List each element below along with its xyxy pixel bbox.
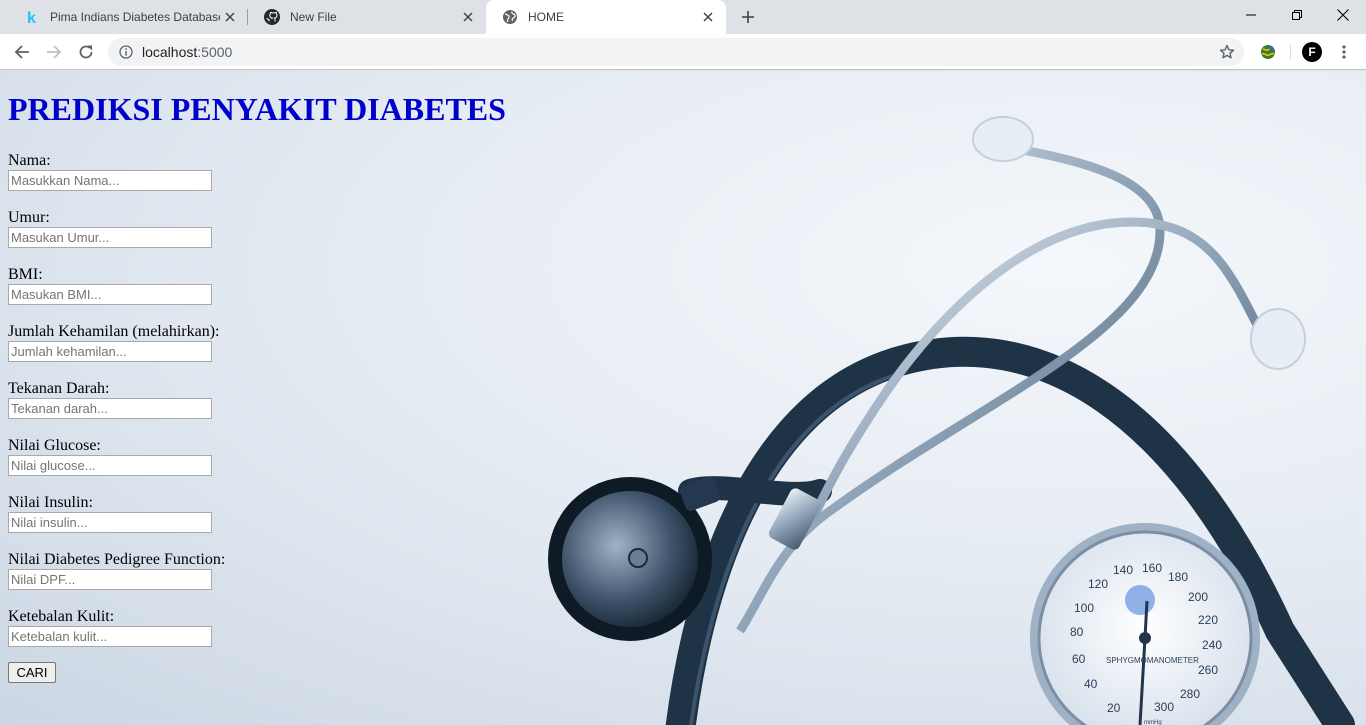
globe-icon	[502, 9, 518, 25]
gauge-tick: 40	[1084, 677, 1098, 691]
field-label: Ketebalan Kulit:	[8, 608, 115, 625]
gauge-tick: 180	[1168, 570, 1188, 584]
kaggle-k-icon: k	[24, 9, 40, 25]
gauge-tick: 220	[1198, 613, 1218, 627]
gauge-tick: 20	[1107, 701, 1121, 715]
restore-icon	[1292, 10, 1302, 20]
field-ketebalan-kulit: Ketebalan Kulit:	[8, 608, 308, 647]
insulin-input[interactable]	[8, 512, 212, 533]
cari-button[interactable]: CARI	[8, 662, 56, 683]
browser-toolbar: localhost:5000 F	[0, 34, 1366, 70]
gauge-tick: 240	[1202, 638, 1222, 652]
field-label: BMI:	[8, 266, 43, 283]
field-glucose: Nilai Glucose:	[8, 437, 308, 476]
reload-icon	[79, 45, 93, 59]
arrow-right-icon	[47, 45, 62, 59]
close-icon[interactable]	[458, 7, 478, 27]
gauge-tick: 60	[1072, 652, 1086, 666]
field-label: Nama:	[8, 152, 51, 169]
back-button[interactable]	[8, 38, 36, 66]
umur-input[interactable]	[8, 227, 212, 248]
gauge-tick: 140	[1113, 563, 1133, 577]
tab-title: Pima Indians Diabetes Database |	[50, 10, 220, 24]
gauge-tick: 200	[1188, 590, 1208, 604]
field-insulin: Nilai Insulin:	[8, 494, 308, 533]
kebab-menu-icon	[1342, 45, 1346, 59]
forward-button[interactable]	[40, 38, 68, 66]
gauge-brand-label: SPHYGMOMANOMETER	[1106, 656, 1199, 665]
extension-globe-icon	[1261, 45, 1275, 59]
gauge-tick: 160	[1142, 561, 1162, 575]
gauge-tick: 100	[1074, 601, 1094, 615]
tab-kaggle[interactable]: k Pima Indians Diabetes Database |	[8, 0, 248, 34]
kehamilan-input[interactable]	[8, 341, 212, 362]
github-icon	[264, 9, 280, 25]
field-label: Nilai Diabetes Pedigree Function:	[8, 551, 226, 568]
info-icon[interactable]	[118, 44, 134, 60]
plus-icon	[742, 11, 754, 23]
bmi-input[interactable]	[8, 284, 212, 305]
profile-avatar[interactable]: F	[1302, 42, 1322, 62]
restore-button[interactable]	[1274, 0, 1320, 30]
svg-text:k: k	[27, 10, 36, 25]
gauge-unit-label: mmHg	[1144, 720, 1162, 725]
new-tab-button[interactable]	[736, 5, 760, 29]
address-bar[interactable]: localhost:5000	[108, 38, 1244, 66]
bookmark-star-icon[interactable]	[1218, 43, 1236, 61]
window-close-button[interactable]	[1320, 0, 1366, 30]
field-kehamilan: Jumlah Kehamilan (melahirkan):	[8, 323, 308, 362]
tab-strip: k Pima Indians Diabetes Database | New F…	[0, 0, 1366, 34]
toolbar-divider	[1290, 44, 1291, 60]
nama-input[interactable]	[8, 170, 212, 191]
field-label: Nilai Glucose:	[8, 437, 101, 454]
tab-title: New File	[290, 10, 337, 24]
gauge-tick: 120	[1088, 577, 1108, 591]
page-viewport: 20 40 60 80 100 120 140 160 180 200 220 …	[0, 71, 1366, 725]
tab-title: HOME	[528, 10, 564, 24]
field-tekanan-darah: Tekanan Darah:	[8, 380, 308, 419]
close-icon[interactable]	[698, 7, 718, 27]
glucose-input[interactable]	[8, 455, 212, 476]
dpf-input[interactable]	[8, 569, 212, 590]
tekanan-darah-input[interactable]	[8, 398, 212, 419]
arrow-left-icon	[14, 45, 29, 59]
gauge-tick: 280	[1180, 687, 1200, 701]
menu-button[interactable]	[1330, 38, 1358, 66]
gauge-tick: 300	[1154, 700, 1174, 714]
close-icon[interactable]	[220, 7, 240, 27]
gauge-tick: 260	[1198, 663, 1218, 677]
field-nama: Nama:	[8, 152, 308, 191]
field-umur: Umur:	[8, 209, 308, 248]
close-icon	[1337, 9, 1349, 21]
tab-home[interactable]: HOME	[486, 0, 726, 34]
minimize-icon	[1246, 14, 1256, 16]
field-label: Tekanan Darah:	[8, 380, 110, 397]
gauge-tick: 80	[1070, 625, 1084, 639]
field-label: Umur:	[8, 209, 50, 226]
field-label: Nilai Insulin:	[8, 494, 93, 511]
minimize-button[interactable]	[1228, 0, 1274, 30]
extension-button[interactable]	[1254, 38, 1282, 66]
field-bmi: BMI:	[8, 266, 308, 305]
tab-github[interactable]: New File	[248, 0, 486, 34]
page-title: PREDIKSI PENYAKIT DIABETES	[8, 91, 506, 127]
url-text: localhost:5000	[142, 44, 232, 60]
url-port: :5000	[197, 44, 233, 60]
field-dpf: Nilai Diabetes Pedigree Function:	[8, 551, 308, 590]
field-label: Jumlah Kehamilan (melahirkan):	[8, 323, 220, 340]
reload-button[interactable]	[72, 38, 100, 66]
ketebalan-kulit-input[interactable]	[8, 626, 212, 647]
url-host: localhost	[142, 44, 198, 60]
